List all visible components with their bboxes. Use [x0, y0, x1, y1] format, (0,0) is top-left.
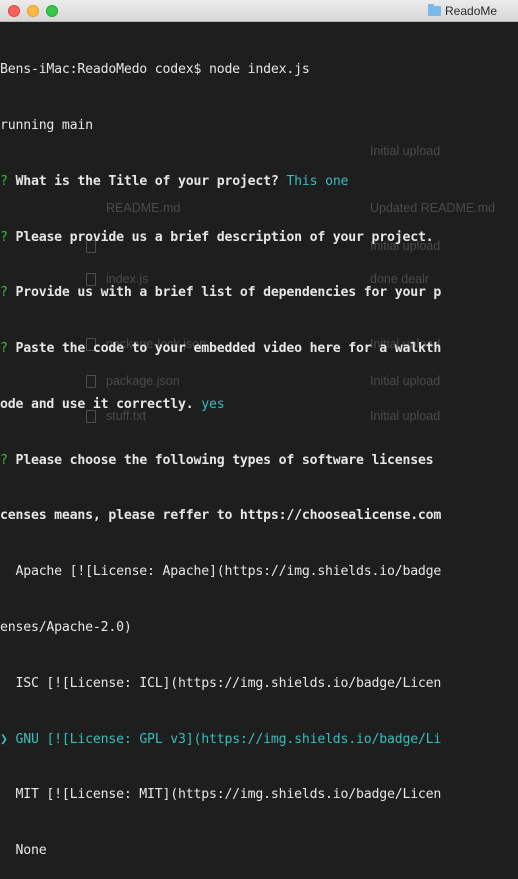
option-label: GNU [![License: GPL v3](https://img.shie… — [7, 731, 442, 747]
terminal-line: Bens-iMac:ReadoMedo codex$ node index.js — [0, 61, 518, 80]
title-bar: ReadoMe — [0, 0, 518, 22]
question-description: ? Please provide us a brief description … — [0, 229, 518, 248]
window-title-text: ReadoMe — [445, 4, 498, 18]
license-option-gnu[interactable]: ❯ GNU [![License: GPL v3](https://img.sh… — [0, 731, 518, 750]
question-mark-icon: ? — [0, 341, 8, 357]
status-text: running main — [0, 117, 93, 133]
question-mark-icon: ? — [0, 173, 8, 189]
terminal-output: Bens-iMac:ReadoMedo codex$ node index.js… — [0, 24, 518, 879]
question-mark-icon: ? — [0, 452, 8, 468]
license-option-apache[interactable]: Apache [![License: Apache](https://img.s… — [0, 563, 518, 582]
license-option-mit[interactable]: MIT [![License: MIT](https://img.shields… — [0, 786, 518, 805]
window-title: ReadoMe — [428, 0, 518, 22]
chevron-right-icon: ❯ — [0, 731, 8, 747]
question-text: What is the Title of your project? — [7, 173, 279, 189]
terminal-line: enses/Apache-2.0) — [0, 619, 518, 638]
license-option-isc[interactable]: ISC [![License: ICL](https://img.shields… — [0, 675, 518, 694]
question-dependencies: ? Provide us with a brief list of depend… — [0, 284, 518, 303]
minimize-window-button[interactable] — [27, 5, 39, 17]
option-label: Apache [![License: Apache](https://img.s… — [0, 564, 442, 580]
question-text-continued: censes means, please reffer to https://c… — [0, 508, 442, 524]
close-window-button[interactable] — [8, 5, 20, 17]
answer-text: This one — [278, 173, 349, 189]
terminal-line: censes means, please reffer to https://c… — [0, 507, 518, 526]
option-label: None — [0, 843, 47, 859]
terminal-line: ode and use it correctly. yes — [0, 396, 518, 415]
question-title: ? What is the Title of your project? Thi… — [0, 173, 518, 192]
command-prompt: Bens-iMac:ReadoMedo codex$ node index.js — [0, 62, 310, 78]
question-mark-icon: ? — [0, 285, 8, 301]
question-text: Please choose the following types of sof… — [7, 452, 434, 468]
question-mark-icon: ? — [0, 229, 8, 245]
option-label: ISC [![License: ICL](https://img.shields… — [0, 675, 442, 691]
question-text-continued: ode and use it correctly. — [0, 396, 194, 412]
license-option-none[interactable]: None — [0, 842, 518, 861]
maximize-window-button[interactable] — [46, 5, 58, 17]
folder-icon — [428, 4, 441, 16]
question-text: Please provide us a brief description of… — [7, 229, 434, 245]
terminal-line: running main — [0, 117, 518, 136]
option-label: MIT [![License: MIT](https://img.shields… — [0, 787, 442, 803]
question-text: Paste the code to your embedded video he… — [7, 341, 442, 357]
question-license: ? Please choose the following types of s… — [0, 452, 518, 471]
answer-text: yes — [193, 396, 225, 412]
question-text: Provide us with a brief list of dependen… — [7, 285, 442, 301]
question-video: ? Paste the code to your embedded video … — [0, 340, 518, 359]
option-label-continued: enses/Apache-2.0) — [0, 620, 132, 635]
